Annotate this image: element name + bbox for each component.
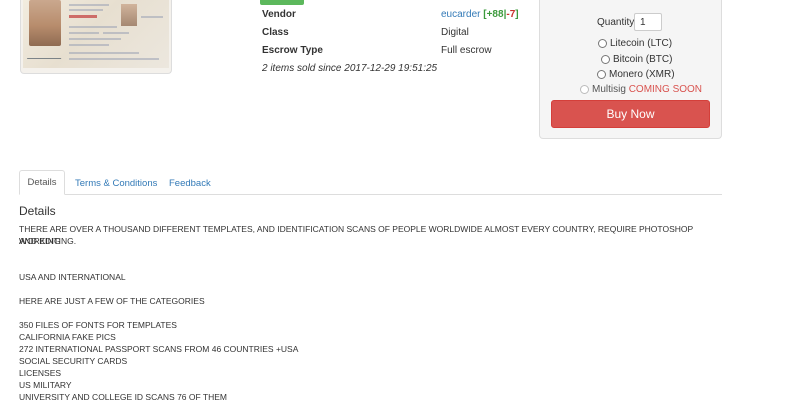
vendor-value: eucarder [+88|-7] — [441, 9, 519, 20]
multisig-option: Multisig COMING SOON — [580, 84, 702, 95]
feedback-positive: +88 — [486, 9, 504, 20]
details-line-usa: USA AND INTERNATIONAL — [19, 272, 126, 282]
quantity-label: Quantity: — [597, 17, 638, 28]
tab-divider — [19, 194, 722, 195]
payment-option-label: Bitcoin (BTC) — [613, 54, 673, 65]
list-item: 350 FILES OF FONTS FOR TEMPLATES — [19, 320, 177, 330]
list-item: US MILITARY — [19, 380, 72, 390]
payment-option-ltc[interactable]: Litecoin (LTC) — [598, 38, 672, 49]
escrow-value: Full escrow — [441, 45, 492, 56]
product-image[interactable] — [20, 0, 172, 74]
vendor-link[interactable]: eucarder — [441, 9, 480, 20]
items-sold-note: 2 items sold since 2017-12-29 19:51:25 — [262, 63, 438, 74]
coming-soon-badge: COMING SOON — [628, 84, 703, 95]
category-list: 350 FILES OF FONTS FOR TEMPLATES CALIFOR… — [19, 319, 719, 403]
feedback-close: ] — [515, 9, 519, 20]
buy-now-button[interactable]: Buy Now — [551, 100, 710, 128]
list-item: 272 INTERNATIONAL PASSPORT SCANS FROM 46… — [19, 344, 299, 354]
class-value: Digital — [441, 27, 469, 38]
escrow-label: Escrow Type — [262, 45, 323, 56]
tab-terms[interactable]: Terms & Conditions — [75, 178, 157, 189]
multisig-label: Multisig — [592, 84, 626, 95]
stock-badge — [260, 0, 304, 5]
payment-option-xmr[interactable]: Monero (XMR) — [597, 69, 675, 80]
list-item: SOCIAL SECURITY CARDS — [19, 356, 128, 366]
tab-details[interactable]: Details — [19, 170, 65, 195]
payment-option-label: Monero (XMR) — [609, 69, 675, 80]
vendor-label: Vendor — [262, 9, 296, 20]
list-item: UNIVERSITY AND COLLEGE ID SCANS 76 OF TH… — [19, 392, 227, 402]
payment-option-btc[interactable]: Bitcoin (BTC) — [601, 54, 672, 65]
quantity-input[interactable] — [634, 13, 662, 31]
radio-icon[interactable] — [598, 39, 607, 48]
payment-option-label: Litecoin (LTC) — [610, 38, 673, 49]
radio-icon[interactable] — [597, 70, 606, 79]
tab-feedback[interactable]: Feedback — [169, 178, 211, 189]
feedback-negative: -7 — [506, 9, 516, 20]
details-heading: Details — [19, 204, 56, 218]
details-line-categories: HERE ARE JUST A FEW OF THE CATEGORIES — [19, 296, 205, 306]
list-item: CALIFORNIA FAKE PICS — [19, 332, 116, 342]
id-card-picture — [23, 0, 169, 68]
class-label: Class — [262, 27, 289, 38]
details-paragraph-cont: AND EDITING. — [19, 236, 77, 246]
list-item: LICENSES — [19, 368, 62, 378]
radio-icon[interactable] — [601, 55, 610, 64]
radio-icon — [580, 85, 589, 94]
